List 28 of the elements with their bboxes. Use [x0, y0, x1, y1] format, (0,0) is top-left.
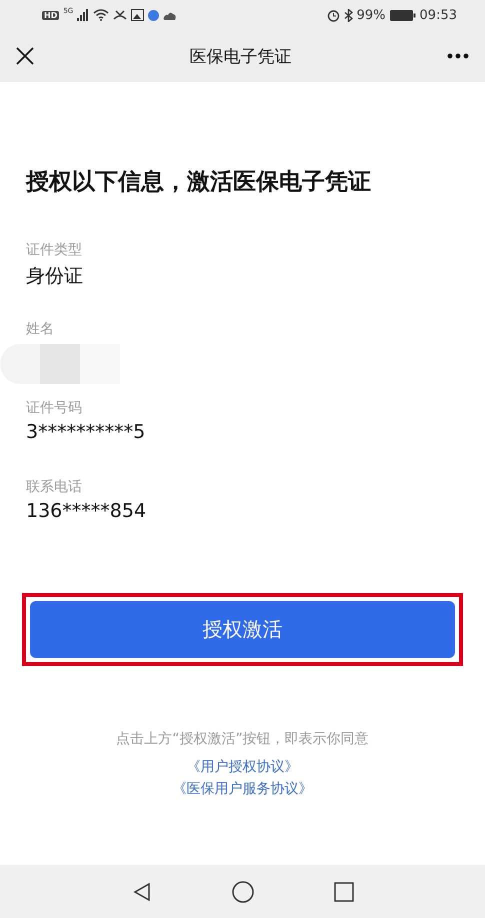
heading: 授权以下信息，激活医保电子凭证 [26, 168, 372, 197]
page-title: 医保电子凭证 [188, 46, 292, 68]
signal-icon [77, 9, 90, 21]
activate-button[interactable]: 授权激活 [30, 601, 455, 658]
field-label: 证件号码 [26, 399, 82, 417]
more-icon[interactable] [447, 53, 469, 59]
agreement-link[interactable]: 《医保用户服务协议》 [172, 780, 312, 798]
consent-notice: 点击上方“授权激活”按钮，即表示你同意 [115, 730, 370, 748]
field-label: 联系电话 [26, 478, 82, 496]
close-icon[interactable] [16, 47, 34, 65]
alarm-icon [326, 8, 340, 22]
cloud-icon [163, 10, 178, 20]
field-value: 3**********5 [26, 421, 146, 443]
field-value: 身份证 [26, 264, 83, 289]
field-value: 136*****854 [26, 500, 146, 522]
bluetooth-icon [344, 8, 353, 22]
field-label: 姓名 [26, 320, 54, 338]
recents-icon[interactable] [334, 882, 354, 902]
wifi-icon [93, 9, 110, 21]
battery-icon [390, 10, 416, 20]
image-icon [131, 9, 144, 21]
agreement-link[interactable]: 《用户授权协议》 [186, 758, 298, 776]
battery-percent: 99% [356, 8, 386, 22]
home-icon[interactable] [232, 880, 254, 902]
clock-time: 09:53 [420, 8, 457, 22]
field-label: 证件类型 [26, 241, 82, 259]
back-icon[interactable] [132, 882, 152, 902]
hd-badge: HD [42, 10, 60, 20]
